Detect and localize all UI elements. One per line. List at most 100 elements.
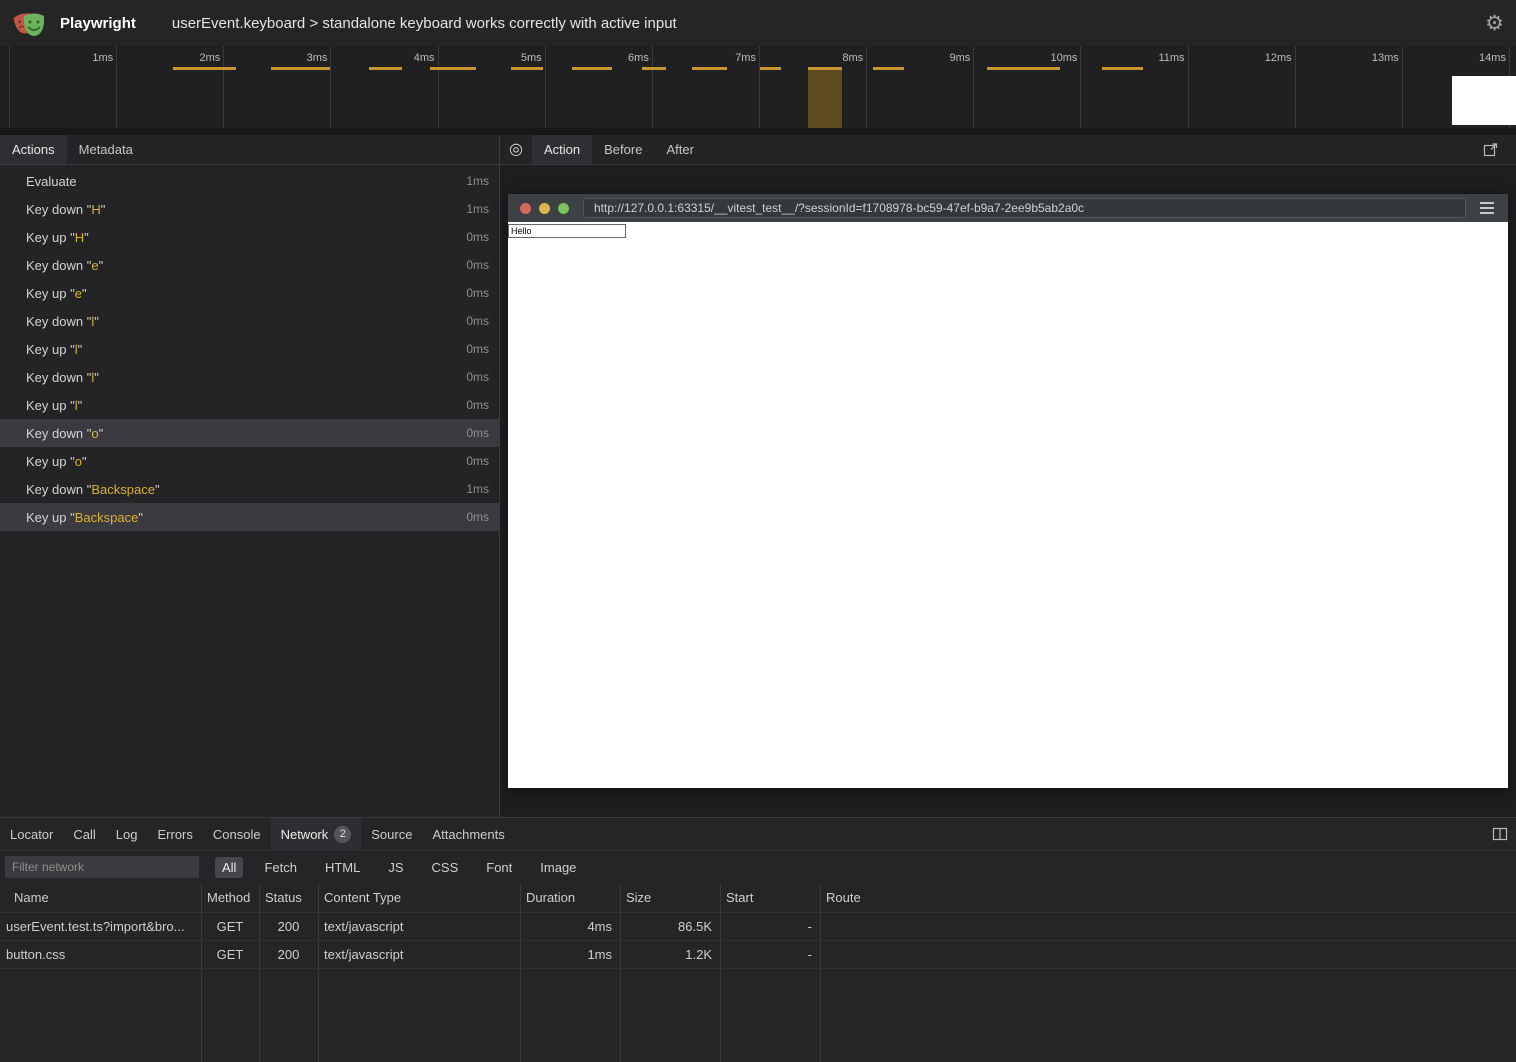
details-panel: Locator Call Log Errors ConsoleNetwork2Sourc… [0,817,1516,1062]
filter-chip-css[interactable]: CSS [425,857,466,878]
column-header-status[interactable]: Status [259,883,318,912]
action-row[interactable]: Key down "e"0ms [0,251,499,279]
split-view-icon [1492,826,1508,842]
layout-toggle-button[interactable] [1492,818,1508,850]
tab-label: Call [73,827,95,842]
tab-label: Errors [157,827,192,842]
timeline-tick-label: 8ms [793,52,863,66]
tab-actions[interactable]: Actions [0,135,67,164]
action-row[interactable]: Key up "H"0ms [0,223,499,251]
action-duration: 1ms [466,482,489,496]
hello-text-input[interactable] [508,224,626,238]
timeline-action-bar[interactable] [987,67,1060,70]
cell-size: 1.2K [620,941,720,968]
actions-tabbar: Actions Metadata [0,135,499,165]
action-duration: 1ms [466,174,489,188]
tab-metadata[interactable]: Metadata [67,135,145,164]
tab-label: Log [116,827,138,842]
timeline-action-bar[interactable] [642,67,666,70]
network-filter-input[interactable] [5,856,199,878]
action-title: Key down "e" [26,258,466,273]
action-duration: 0ms [466,370,489,384]
action-row[interactable]: Key down "o"0ms [0,419,499,447]
open-snapshot-external-button[interactable] [1474,135,1506,164]
tab-label: Network [281,827,329,842]
timeline-action-bar[interactable] [271,67,330,70]
tab-before[interactable]: Before [592,135,654,164]
action-key: e [91,258,98,273]
network-request-row[interactable]: button.cssGET200text/javascript1ms1.2K- [0,941,1516,969]
column-header-duration[interactable]: Duration [520,883,620,912]
timeline-action-bar[interactable] [572,67,612,70]
action-row[interactable]: Key up "e"0ms [0,279,499,307]
playwright-logo-icon [12,7,46,39]
external-link-icon [1483,142,1498,157]
filter-chip-html[interactable]: HTML [318,857,367,878]
filter-chip-js[interactable]: JS [381,857,410,878]
action-duration: 0ms [466,258,489,272]
filter-chip-fetch[interactable]: Fetch [257,857,304,878]
timeline-action-bar[interactable] [511,67,543,70]
timeline-screenshot-thumbnail[interactable] [1452,76,1516,125]
timeline-action-bar[interactable] [173,67,236,70]
tab-label: Locator [10,827,53,842]
column-header-start[interactable]: Start [720,883,820,912]
timeline-action-bar[interactable] [873,67,904,70]
cell-duration: 1ms [520,941,620,968]
action-row[interactable]: Key up "l"0ms [0,335,499,363]
action-quote: " [78,398,83,413]
filter-chip-all[interactable]: All [215,857,243,878]
timeline-action-bar[interactable] [760,67,781,70]
tab-log[interactable]: Log [106,818,148,850]
timeline-selected-action-bar[interactable] [808,67,842,128]
filter-chip-font[interactable]: Font [479,857,519,878]
action-row[interactable]: Key up "o"0ms [0,447,499,475]
action-row[interactable]: Key down "H"1ms [0,195,499,223]
action-duration: 0ms [466,230,489,244]
action-row[interactable]: Key up "Backspace"0ms [0,503,499,531]
action-quote: " [78,342,83,357]
action-title: Key up "H" [26,230,466,245]
action-row[interactable]: Key down "l"0ms [0,363,499,391]
tab-locator[interactable]: Locator [0,818,63,850]
action-row[interactable]: Key down "l"0ms [0,307,499,335]
column-header-method[interactable]: Method [201,883,259,912]
action-duration: 1ms [466,202,489,216]
timeline-action-bar[interactable] [1102,67,1143,70]
timeline[interactable]: 1ms2ms3ms4ms5ms6ms7ms8ms9ms10ms11ms12ms1… [0,46,1516,128]
column-header-content_type[interactable]: Content Type [318,883,520,912]
timeline-action-bar[interactable] [430,67,476,70]
network-request-row[interactable]: userEvent.test.ts?import&bro...GET200tex… [0,913,1516,941]
action-row[interactable]: Key up "l"0ms [0,391,499,419]
action-prefix: Evaluate [26,174,77,189]
action-row[interactable]: Evaluate 1ms [0,167,499,195]
column-header-size[interactable]: Size [620,883,720,912]
timeline-gridline [9,46,10,128]
page-url: http://127.0.0.1:63315/__vitest_test__/?… [594,201,1084,215]
tab-errors[interactable]: Errors [147,818,202,850]
column-header-name[interactable]: Name [0,883,201,912]
column-header-route[interactable]: Route [820,883,1516,912]
actions-panel: Actions Metadata Evaluate1msKey down "H"… [0,135,500,817]
timeline-action-bar[interactable] [369,67,402,70]
browser-menu-icon [1472,202,1502,214]
action-title: Key down "Backspace" [26,482,466,497]
tab-source[interactable]: Source [361,818,422,850]
action-title: Key up "Backspace" [26,510,466,525]
filter-chip-image[interactable]: Image [533,857,583,878]
tab-network[interactable]: Network2 [271,818,362,850]
pick-locator-button[interactable]: ◎ [500,135,532,164]
action-quote: " [155,482,160,497]
action-row[interactable]: Key down "Backspace"1ms [0,475,499,503]
tab-attachments[interactable]: Attachments [422,818,514,850]
snapshot-area: http://127.0.0.1:63315/__vitest_test__/?… [500,165,1516,817]
tab-call[interactable]: Call [63,818,105,850]
tab-console[interactable]: Console [203,818,271,850]
timeline-action-bar[interactable] [692,67,727,70]
action-prefix: Key down [26,258,83,273]
timeline-tick-label: 11ms [1115,52,1185,66]
tab-action[interactable]: Action [532,135,592,164]
tab-after[interactable]: After [654,135,705,164]
timeline-gridline [1080,46,1081,128]
settings-gear-icon[interactable]: ⚙ [1485,13,1504,34]
